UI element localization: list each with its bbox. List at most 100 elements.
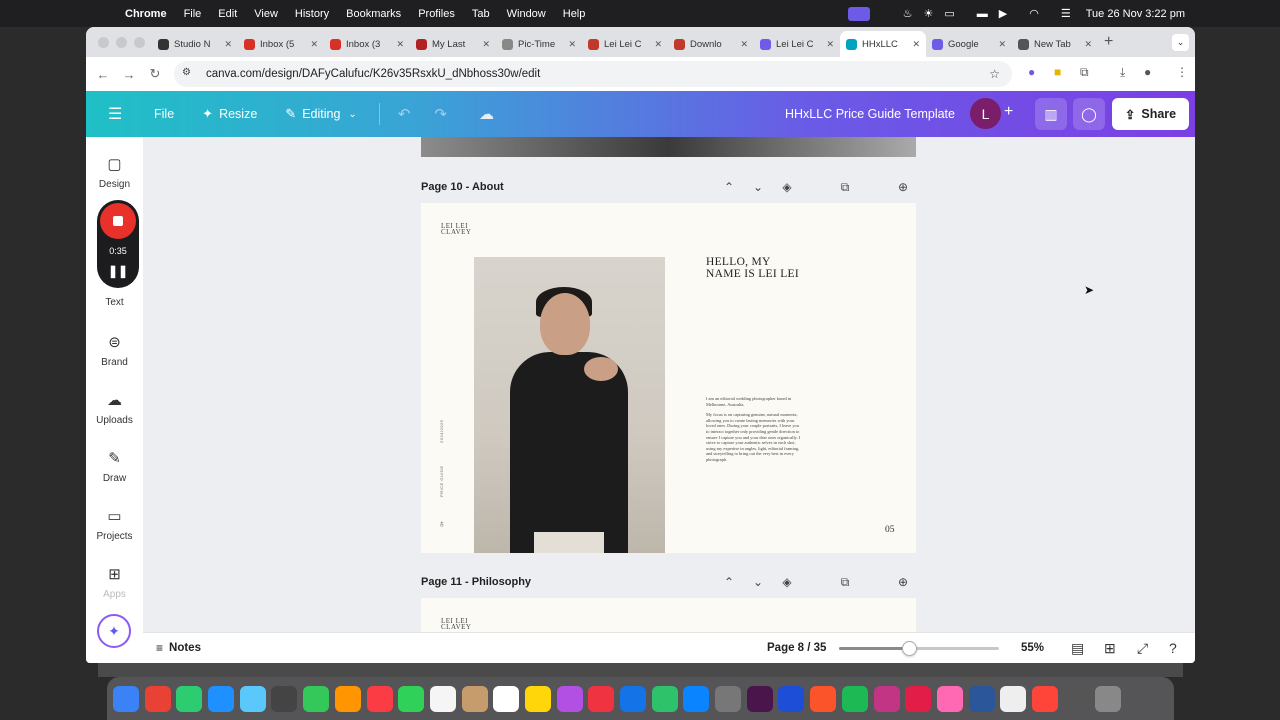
magic-assistant-button[interactable]: ✦ [97, 614, 131, 648]
add-page-icon[interactable]: ⊕ [897, 180, 909, 195]
url-text[interactable]: canva.com/design/DAFyCalufuc/K26v35RsxkU… [206, 68, 977, 80]
menu-edit[interactable]: Edit [218, 8, 237, 20]
close-tab-icon[interactable]: ✕ [310, 39, 318, 50]
browser-tab[interactable]: New Tab ✕ [1012, 31, 1098, 57]
dock-app-icon[interactable] [208, 685, 235, 712]
dock-app-icon[interactable] [366, 685, 393, 712]
browser-menu-icon[interactable]: ⋮ [1176, 65, 1188, 79]
dock-app-icon[interactable] [841, 685, 868, 712]
previous-page-preview[interactable] [421, 137, 916, 157]
comments-icon[interactable]: ◯ [1073, 98, 1105, 130]
battery-icon[interactable]: ▬ [977, 8, 988, 20]
browser-tab[interactable]: Lei Lei C ✕ [582, 31, 668, 57]
portrait-photo[interactable] [474, 257, 665, 553]
dock-app-icon[interactable] [176, 685, 203, 712]
close-tab-icon[interactable]: ✕ [998, 39, 1006, 50]
hide-page-icon[interactable]: ◈ [781, 575, 793, 590]
lock-icon[interactable] [810, 575, 822, 590]
zoom-level[interactable]: 55% [1021, 642, 1044, 654]
browser-tab[interactable]: Google ✕ [926, 31, 1012, 57]
browser-tab[interactable]: Pic-Time ✕ [496, 31, 582, 57]
editing-mode-button[interactable]: ✎ Editing ⌄ [285, 106, 357, 122]
dock-app-icon[interactable] [334, 685, 361, 712]
forward-icon[interactable]: → [116, 67, 142, 82]
sidebar-item-brand[interactable]: ⊜ Brand [86, 333, 143, 368]
grid-view-icon[interactable]: ⊞ [1104, 640, 1116, 657]
browser-tab[interactable]: Studio N ✕ [152, 31, 238, 57]
undo-icon[interactable]: ↶ [398, 105, 411, 123]
wifi-icon[interactable]: ◠ [1029, 7, 1039, 20]
about-bio[interactable]: I am an editorial wedding photographer b… [706, 396, 801, 468]
zoom-slider-handle[interactable] [902, 641, 918, 656]
menu-view[interactable]: View [254, 8, 278, 20]
dock-app-icon[interactable] [239, 685, 266, 712]
browser-tab[interactable]: Inbox (3 ✕ [324, 31, 410, 57]
close-tab-icon[interactable]: ✕ [1084, 39, 1092, 50]
page-view-icon[interactable]: ▤ [1071, 640, 1084, 657]
delete-icon[interactable] [868, 575, 880, 590]
dock-app-icon[interactable] [588, 685, 615, 712]
stop-recording-button[interactable] [100, 203, 136, 239]
dock-app-icon[interactable] [778, 685, 805, 712]
move-down-icon[interactable]: ⌄ [752, 180, 764, 195]
close-window-button[interactable] [98, 37, 109, 48]
close-tab-icon[interactable]: ✕ [396, 39, 404, 50]
menu-history[interactable]: History [295, 8, 329, 20]
share-button[interactable]: ⇪ Share [1112, 98, 1189, 130]
extensions-puzzle-icon[interactable]: ⧉ [1080, 65, 1089, 80]
zoom-window-button[interactable] [134, 37, 145, 48]
menu-icon[interactable]: ☰ [108, 104, 126, 124]
menu-file[interactable]: File [184, 8, 202, 20]
close-tab-icon[interactable]: ✕ [654, 39, 662, 50]
sidebar-item-draw[interactable]: ✎ Draw [86, 449, 143, 484]
sidebar-item-apps[interactable]: ⊞ Apps [86, 565, 143, 600]
dock-app-icon[interactable] [651, 685, 678, 712]
move-up-icon[interactable]: ⌃ [723, 575, 735, 590]
cloud-save-icon[interactable]: ☁ [479, 105, 494, 123]
dock-app-icon[interactable] [873, 685, 900, 712]
menu-bookmarks[interactable]: Bookmarks [346, 8, 401, 20]
dock-app-icon[interactable] [1031, 685, 1058, 712]
menu-chrome[interactable]: Chrome [125, 8, 167, 20]
page-indicator[interactable]: Page 8 / 35 [767, 642, 826, 654]
vertical-year[interactable]: 2024/2025 [439, 420, 444, 443]
dock-app-icon[interactable] [303, 685, 330, 712]
new-tab-button[interactable]: + [1104, 33, 1113, 51]
resize-button[interactable]: ✦ Resize [202, 106, 257, 122]
page-title[interactable]: Page 10 - About [421, 181, 504, 193]
close-tab-icon[interactable]: ✕ [568, 39, 576, 50]
invite-plus-icon[interactable]: + [1004, 103, 1013, 121]
close-tab-icon[interactable]: ✕ [224, 39, 232, 50]
display-icon[interactable]: ▭ [944, 7, 954, 20]
close-tab-icon[interactable]: ✕ [826, 39, 834, 50]
brightness-icon[interactable]: ☀ [924, 7, 934, 20]
dock-app-icon[interactable] [715, 685, 742, 712]
screen-mirror-icon[interactable] [847, 6, 870, 21]
dock-app-icon[interactable] [1063, 685, 1090, 712]
design-title[interactable]: HHxLLC Price Guide Template [785, 107, 955, 121]
user-avatar[interactable]: L [970, 98, 1001, 129]
dock-app-icon[interactable] [429, 685, 456, 712]
dock-app-icon[interactable] [493, 685, 520, 712]
close-tab-icon[interactable]: ✕ [482, 39, 490, 50]
address-bar[interactable]: ⚙ canva.com/design/DAFyCalufuc/K26v35Rsx… [174, 61, 1012, 87]
help-icon[interactable]: ? [1169, 640, 1177, 656]
dock-app-icon[interactable] [1000, 685, 1027, 712]
page-philosophy[interactable]: LEI LEI CLAVEY [421, 598, 916, 632]
reload-icon[interactable]: ↻ [142, 66, 168, 82]
menu-tab[interactable]: Tab [472, 8, 490, 20]
site-info-icon[interactable]: ⚙ [182, 67, 196, 81]
dock-app-icon[interactable] [556, 685, 583, 712]
sidebar-item-design[interactable]: ▢ Design [86, 155, 143, 190]
notes-button[interactable]: ≡ Notes [156, 641, 201, 655]
sidebar-item-uploads[interactable]: ☁ Uploads [86, 391, 143, 426]
dock-app-icon[interactable] [620, 685, 646, 712]
redo-icon[interactable]: ↷ [434, 105, 447, 123]
dock-app-icon[interactable] [524, 685, 551, 712]
menu-profiles[interactable]: Profiles [418, 8, 455, 20]
move-down-icon[interactable]: ⌄ [752, 575, 764, 590]
browser-tab[interactable]: Lei Lei C ✕ [754, 31, 840, 57]
lock-icon[interactable] [810, 180, 822, 195]
dock-app-icon[interactable] [810, 685, 837, 712]
duplicate-icon[interactable]: ⧉ [839, 575, 851, 590]
